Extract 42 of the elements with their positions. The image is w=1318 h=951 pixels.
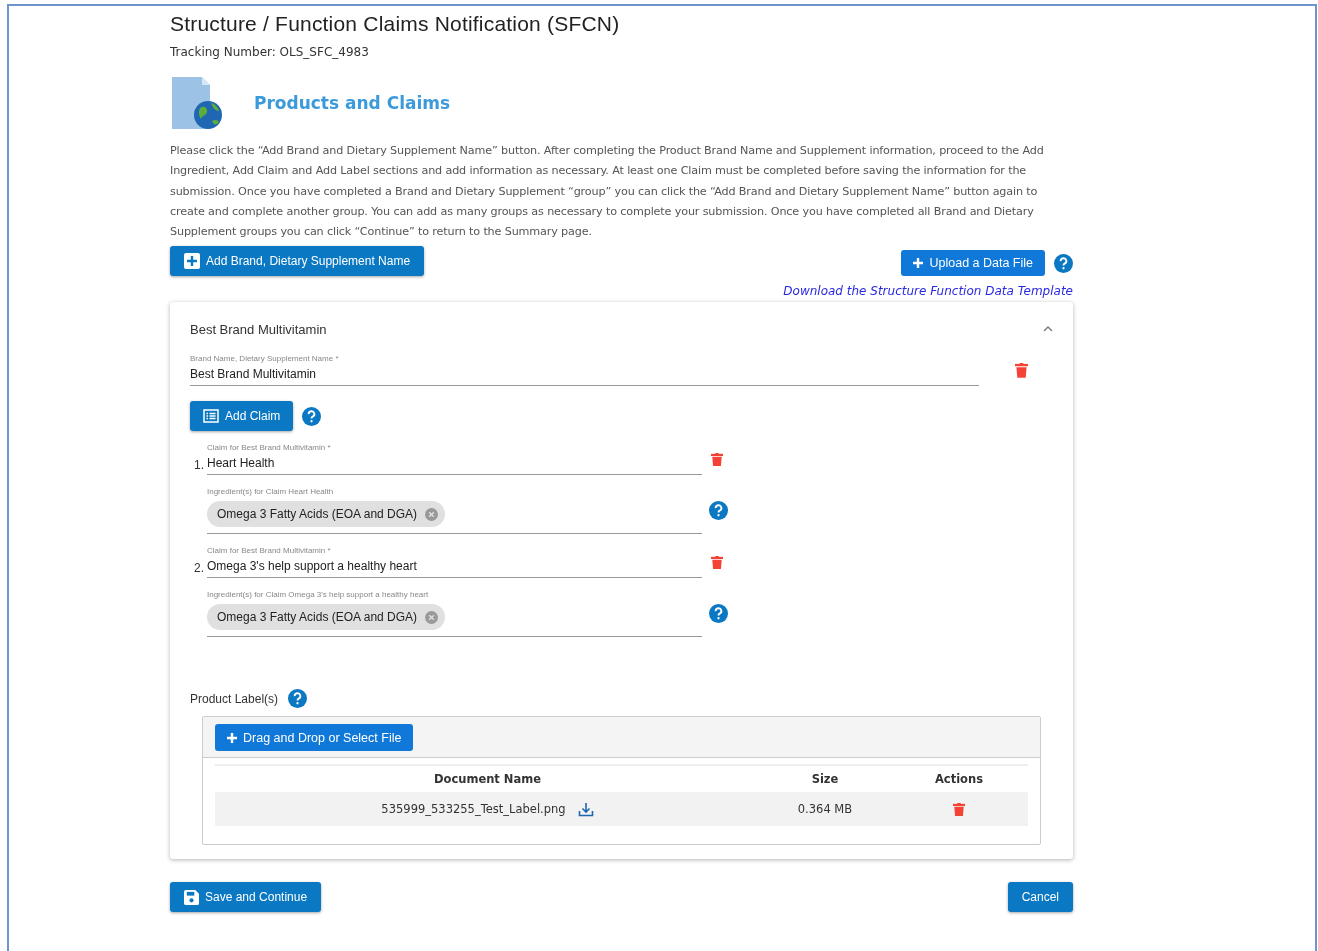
trash-icon[interactable] — [953, 802, 965, 817]
claim-field[interactable]: Claim for Best Brand Multivitamin * Omega 3's help support a healthy heart — [207, 546, 702, 579]
tracking-number: Tracking Number: OLS_SFC_4983 — [170, 45, 370, 59]
ingredients-field[interactable]: Ingredient(s) for Claim Heart Health Omega 3 Fatty Acids (EOA and DGA) — [207, 487, 702, 535]
column-header: Size — [810, 772, 840, 787]
ingredient-chip: Omega 3 Fatty Acids (EOA and DGA) — [207, 604, 446, 631]
plus-square-icon — [184, 253, 200, 270]
download-template-link[interactable]: Download the Structure Function Data Template — [783, 284, 1073, 299]
cancel-button[interactable]: Cancel — [1007, 882, 1073, 913]
ingredient-chip: Omega 3 Fatty Acids (EOA and DGA) — [207, 501, 446, 528]
claim-number: 1. — [194, 458, 204, 473]
column-header: Actions — [933, 772, 985, 787]
upload-data-file-button[interactable]: Upload a Data File — [901, 250, 1045, 277]
trash-icon[interactable] — [1015, 363, 1028, 378]
file-name: 535999_533255_Test_Label.png — [381, 802, 566, 817]
ingredients-field[interactable]: Ingredient(s) for Claim Omega 3's help support a healthy heart Omega 3 Fatty Acids (EOA and DGA) — [207, 590, 702, 638]
help-icon[interactable] — [288, 689, 308, 709]
brand-name-field[interactable]: Brand Name, Dietary Supplement Name * Best Brand Multivitamin — [190, 354, 979, 387]
file-size: 0.364 MB — [797, 802, 853, 817]
add-claim-button[interactable]: Add Claim — [190, 401, 294, 432]
download-icon[interactable] — [577, 802, 594, 817]
product-labels-title: Product Label(s) — [190, 692, 279, 706]
page-title: Structure / Function Claims Notification (SFCN) — [170, 12, 621, 36]
save-and-continue-button[interactable]: Save and Continue — [170, 882, 322, 913]
instructions-text: Please click the “Add Brand and Dietary Supplement Name” button. After completing the Product Brand Name and Supplement information, proceed to the Add Ingredient, Add Claim and Add Label sections and add information as necessary. At least one Claim must be completed before saving the information for the submission. Once you have completed a Brand and Dietary Supplement “group” you can click the “Add Brand and Dietary Supplement Name” button again to create and complete another group. You can add as many groups as necessary to complete your submission. Once you have completed all Brand and Dietary Supplement groups you can click “Continue” to return to the Summary page. — [170, 143, 1045, 241]
trash-icon[interactable] — [711, 555, 723, 570]
section-title: Products and Claims — [254, 93, 451, 113]
product-group-title: Best Brand Multivitamin — [190, 322, 327, 337]
trash-icon[interactable] — [711, 452, 723, 467]
column-header: Document Name — [432, 772, 543, 787]
help-icon[interactable] — [709, 604, 728, 624]
plus-icon — [227, 733, 237, 743]
help-icon[interactable] — [302, 407, 322, 426]
claim-number: 2. — [194, 561, 204, 576]
help-icon[interactable] — [1054, 254, 1073, 273]
plus-icon — [913, 258, 924, 269]
help-icon[interactable] — [709, 501, 728, 521]
select-file-button[interactable]: Drag and Drop or Select File — [215, 724, 414, 752]
chevron-icon[interactable] — [1043, 326, 1053, 333]
add-brand-button[interactable]: Add Brand, Dietary Supplement Name — [170, 246, 425, 277]
list-icon — [203, 409, 219, 424]
claim-field[interactable]: Claim for Best Brand Multivitamin * Heart Health — [207, 443, 702, 476]
